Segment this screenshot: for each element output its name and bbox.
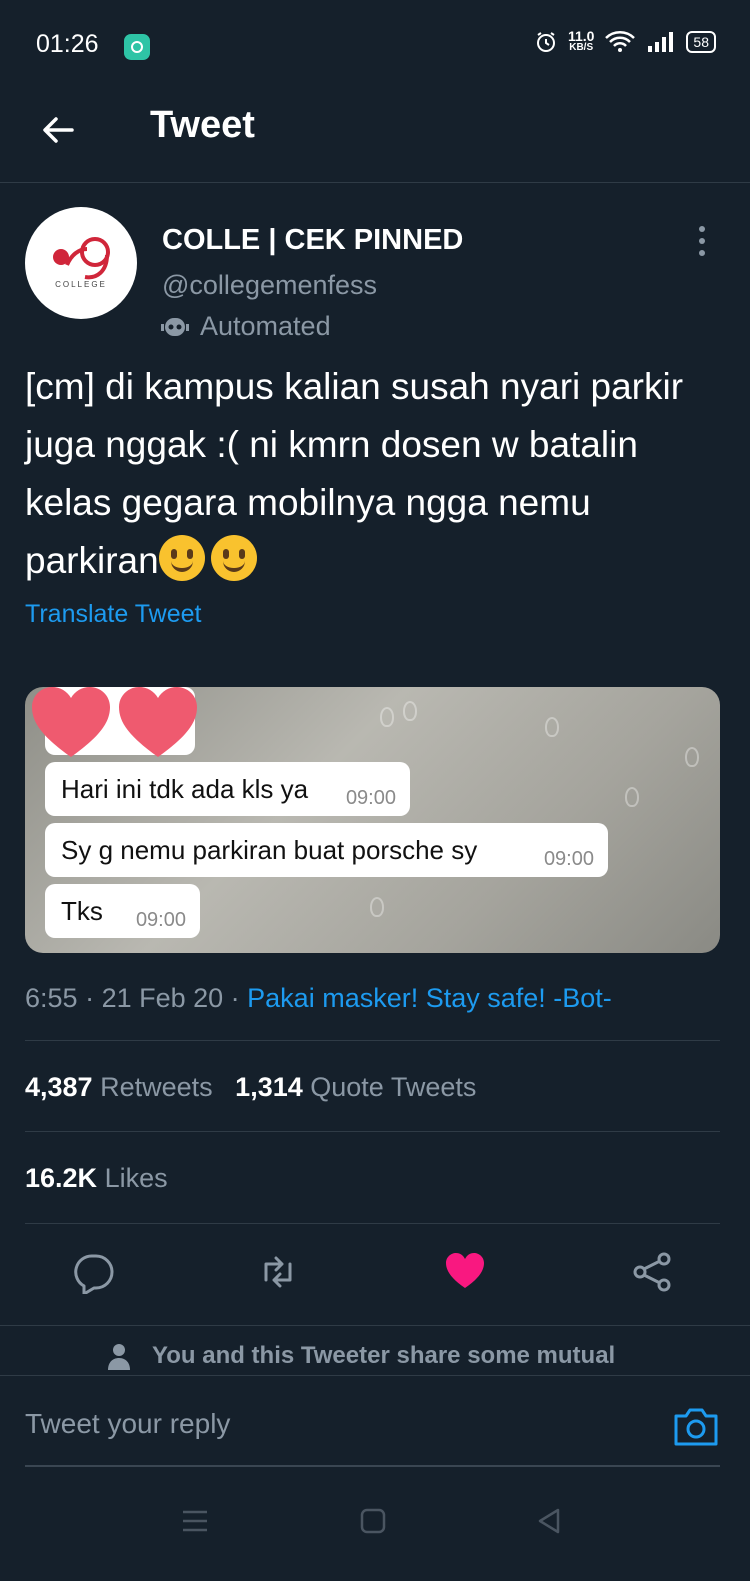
chat-time-2: 09:00 <box>543 848 594 870</box>
divider <box>25 1131 720 1132</box>
chat-time-1: 09:00 <box>345 787 396 809</box>
network-speed: 11.0 KB/S <box>567 28 595 54</box>
person-icon <box>108 1344 130 1370</box>
home-nav-icon[interactable] <box>358 1506 388 1536</box>
tweet-body: [cm] di kampus kalian susah nyari parkir… <box>25 366 684 581</box>
quote-tweets-count: 1,314 <box>235 1072 303 1102</box>
tweet-actions <box>0 1250 750 1300</box>
raindrop <box>545 717 559 737</box>
mutual-followers-note: You and this Tweeter share some mutual <box>106 1342 615 1370</box>
network-speed-unit: KB/S <box>569 42 594 53</box>
raindrop <box>370 897 384 917</box>
liked-heart-icon[interactable] <box>443 1250 487 1294</box>
chat-message-3: Tks <box>61 896 103 926</box>
tweet-date: 21 Feb 20 <box>101 983 224 1013</box>
top-app-bar: Tweet <box>0 92 750 183</box>
reply-icon[interactable] <box>72 1250 116 1294</box>
battery-indicator: 58 <box>686 31 716 53</box>
tweet-source-link[interactable]: Pakai masker! Stay safe! -Bot- <box>247 983 612 1013</box>
retweets-count: 4,387 <box>25 1072 93 1102</box>
retweets-label: Retweets <box>100 1072 213 1102</box>
share-icon[interactable] <box>630 1250 674 1294</box>
likes-label: Likes <box>104 1163 168 1193</box>
raindrop <box>403 701 417 721</box>
translate-tweet-link[interactable]: Translate Tweet <box>25 600 201 629</box>
display-name[interactable]: COLLE | CEK PINNED <box>162 224 463 257</box>
reply-input[interactable]: Tweet your reply <box>25 1408 230 1440</box>
wifi-icon <box>605 31 636 52</box>
menu-nav-icon[interactable] <box>180 1506 210 1536</box>
heart-sticker <box>32 687 110 757</box>
divider <box>25 1223 720 1224</box>
mutual-text: You and this Tweeter share some mutual <box>152 1342 616 1369</box>
tweet-media-image[interactable]: Hari ini tdk ada kls ya 09:00 Sy g nemu … <box>25 687 720 953</box>
chat-bubble-3: Tks 09:00 <box>45 884 200 938</box>
tweet-timestamp: 6:55 · 21 Feb 20 · Pakai masker! Stay sa… <box>25 983 612 1013</box>
status-icons: 11.0 KB/S 58 <box>534 28 716 54</box>
chat-message-1: Hari ini tdk ada kls ya <box>61 774 309 804</box>
camera-icon[interactable] <box>672 1404 720 1448</box>
chat-message-2: Sy g nemu parkiran buat porsche sy <box>61 835 478 865</box>
heart-sticker-2 <box>119 687 197 757</box>
likes-count: 16.2K <box>25 1163 98 1193</box>
chat-bubble-2: Sy g nemu parkiran buat porsche sy 09:00 <box>45 823 608 877</box>
page-title: Tweet <box>150 104 255 146</box>
chat-bubble-1: Hari ini tdk ada kls ya 09:00 <box>45 762 410 816</box>
back-nav-icon[interactable] <box>534 1506 564 1536</box>
divider <box>0 1325 750 1326</box>
notification-app-icon <box>124 34 150 60</box>
raindrop <box>380 707 394 727</box>
signal-icon <box>648 32 674 52</box>
avatar-logo-text: COLLEGE <box>55 280 107 289</box>
network-speed-value: 11.0 <box>567 28 595 44</box>
smiling-face-emoji-2 <box>210 535 257 581</box>
reply-underline <box>25 1465 720 1467</box>
automated-text: Automated <box>200 311 331 341</box>
retweet-stats[interactable]: 4,387 Retweets 1,314 Quote Tweets <box>25 1072 476 1103</box>
back-arrow-icon[interactable] <box>38 110 78 150</box>
user-handle[interactable]: @collegemenfess <box>162 270 377 301</box>
college-logo: COLLEGE <box>53 237 110 289</box>
tweet-time: 6:55 <box>25 983 78 1013</box>
robot-icon <box>161 317 189 336</box>
clock: 01:26 <box>36 30 99 58</box>
raindrop <box>625 787 639 807</box>
more-options-icon[interactable] <box>695 224 709 258</box>
quote-tweets-label: Quote Tweets <box>310 1072 477 1102</box>
chat-time-3: 09:00 <box>135 909 186 931</box>
divider <box>25 1040 720 1041</box>
automated-label: Automated <box>160 311 331 342</box>
retweet-icon[interactable] <box>256 1250 300 1294</box>
tweet-text: [cm] di kampus kalian susah nyari parkir… <box>25 358 730 590</box>
avatar[interactable]: COLLEGE <box>25 207 137 319</box>
status-bar: 01:26 11.0 KB/S 58 <box>0 0 750 92</box>
reply-composer: Tweet your reply <box>0 1375 750 1581</box>
raindrop <box>685 747 699 767</box>
alarm-icon <box>536 32 555 52</box>
smiling-face-emoji <box>158 535 205 581</box>
likes-stats[interactable]: 16.2K Likes <box>25 1163 168 1194</box>
